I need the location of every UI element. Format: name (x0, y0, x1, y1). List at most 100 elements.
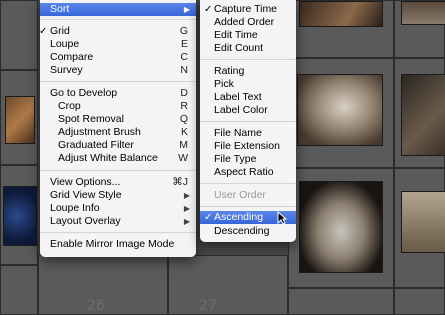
menu-item-label: Sort (50, 3, 70, 15)
sort-item-label-text[interactable]: Label Text (200, 91, 296, 104)
sort-item-capture-time[interactable]: ✓ Capture Time (200, 3, 296, 16)
shortcut-label: C (180, 51, 188, 63)
sort-item-rating[interactable]: Rating (200, 65, 296, 78)
menu-item-label: Graduated Filter (58, 139, 134, 151)
sort-item-file-extension[interactable]: File Extension (200, 140, 296, 153)
menu-item-compare[interactable]: Compare C (40, 51, 196, 64)
grid-cell[interactable] (394, 58, 445, 168)
grid-cell[interactable] (0, 70, 38, 165)
menu-separator (200, 206, 296, 207)
grid-cell[interactable] (394, 288, 445, 315)
submenu-arrow-icon: ▶ (183, 191, 190, 200)
menu-item-label: Loupe Info (50, 202, 100, 214)
menu-item-spot-removal[interactable]: Spot Removal Q (40, 113, 196, 126)
menu-item-loupe-info[interactable]: Loupe Info ▶ (40, 202, 196, 215)
shortcut-label: D (180, 87, 188, 99)
photo-thumbnail[interactable] (3, 186, 37, 246)
grid-cell[interactable] (394, 168, 445, 288)
menu-item-label: View Options... (50, 176, 121, 188)
sort-item-edit-count[interactable]: Edit Count (200, 42, 296, 55)
submenu-arrow-icon: ▶ (183, 217, 190, 226)
grid-cell[interactable] (288, 288, 394, 315)
shortcut-label: W (178, 152, 188, 164)
photo-thumbnail[interactable] (401, 74, 445, 156)
menu-item-graduated-filter[interactable]: Graduated Filter M (40, 139, 196, 152)
sort-item-file-type[interactable]: File Type (200, 153, 296, 166)
menu-item-label: Enable Mirror Image Mode (50, 238, 175, 250)
menu-item-label: Adjust White Balance (58, 152, 158, 164)
shortcut-label: N (180, 64, 188, 76)
photo-thumbnail[interactable] (299, 1, 383, 27)
submenu-arrow-icon: ▶ (183, 204, 190, 213)
sort-item-pick[interactable]: Pick (200, 78, 296, 91)
menu-item-label: Survey (50, 64, 83, 76)
menu-item-label: Crop (58, 100, 81, 112)
menu-item-label: File Name (214, 127, 262, 139)
sort-submenu: ✓ Capture Time Added Order Edit Time Edi… (200, 0, 296, 242)
menu-item-adjustment-brush[interactable]: Adjustment Brush K (40, 126, 196, 139)
checkmark-icon: ✓ (204, 4, 213, 15)
grid-cell[interactable]: 26 (38, 255, 168, 315)
menu-item-label: Label Color (214, 104, 268, 116)
submenu-arrow-icon: ▶ (183, 5, 190, 14)
menu-item-sort[interactable]: Sort ▶ (40, 3, 196, 16)
cell-number: 27 (199, 298, 217, 314)
menu-item-label: User Order (214, 189, 266, 201)
view-menu: Sort ▶ ✓ Grid G Loupe E Compare C Survey… (39, 0, 196, 257)
menu-item-label: File Type (214, 153, 257, 165)
menu-item-label: Loupe (50, 38, 80, 50)
menu-item-enable-mirror-image-mode[interactable]: Enable Mirror Image Mode (40, 238, 196, 251)
shortcut-label: M (179, 139, 188, 151)
menu-item-label: Aspect Ratio (214, 166, 274, 178)
photo-thumbnail[interactable] (297, 74, 383, 146)
photo-thumbnail[interactable] (5, 96, 35, 144)
grid-cell[interactable]: 27 (168, 255, 288, 315)
menu-item-label: Adjustment Brush (58, 126, 141, 138)
menu-item-label: Compare (50, 51, 94, 63)
sort-item-descending[interactable]: Descending (200, 225, 296, 238)
menu-item-grid-view-style[interactable]: Grid View Style ▶ (40, 189, 196, 202)
grid-cell[interactable] (0, 265, 38, 315)
sort-item-edit-time[interactable]: Edit Time (200, 29, 296, 42)
menu-item-label: Edit Time (214, 29, 258, 41)
grid-cell[interactable] (288, 58, 394, 168)
photo-thumbnail[interactable] (299, 181, 383, 273)
menu-separator (40, 170, 196, 171)
cell-number: 26 (87, 298, 105, 314)
grid-cell[interactable] (394, 0, 445, 58)
grid-cell[interactable] (0, 165, 38, 265)
menu-item-crop[interactable]: Crop R (40, 100, 196, 113)
menu-item-layout-overlay[interactable]: Layout Overlay ▶ (40, 215, 196, 228)
sort-item-added-order[interactable]: Added Order (200, 16, 296, 29)
sort-item-aspect-ratio[interactable]: Aspect Ratio (200, 166, 296, 179)
shortcut-label: G (179, 25, 188, 37)
menu-separator (40, 232, 196, 233)
checkmark-icon: ✓ (204, 212, 213, 223)
sort-item-user-order: User Order (200, 189, 296, 202)
menu-item-survey[interactable]: Survey N (40, 64, 196, 77)
sort-item-label-color[interactable]: Label Color (200, 104, 296, 117)
menu-item-view-options[interactable]: View Options... ⌘J (40, 176, 196, 189)
photo-thumbnail[interactable] (401, 1, 445, 25)
grid-cell[interactable] (0, 0, 38, 70)
shortcut-label: ⌘J (172, 176, 188, 188)
grid-cell[interactable] (288, 168, 394, 288)
menu-item-label: Capture Time (214, 3, 278, 15)
menu-item-go-to-develop[interactable]: Go to Develop D (40, 87, 196, 100)
menu-item-label: Added Order (214, 16, 275, 28)
menu-item-grid[interactable]: ✓ Grid G (39, 25, 196, 38)
checkmark-icon: ✓ (39, 26, 48, 37)
menu-item-label: Descending (214, 225, 270, 237)
sort-item-file-name[interactable]: File Name (200, 127, 296, 140)
menu-item-label: Edit Count (214, 42, 264, 54)
shortcut-label: R (180, 100, 188, 112)
menu-item-loupe[interactable]: Loupe E (40, 38, 196, 51)
menu-item-label: Grid View Style (50, 189, 122, 201)
menu-separator (200, 121, 296, 122)
menu-item-label: Pick (214, 78, 234, 90)
grid-cell[interactable] (288, 0, 394, 58)
photo-thumbnail[interactable] (401, 191, 445, 253)
menu-item-adjust-white-balance[interactable]: Adjust White Balance W (40, 152, 196, 165)
menu-separator (40, 81, 196, 82)
menu-separator (40, 19, 196, 20)
